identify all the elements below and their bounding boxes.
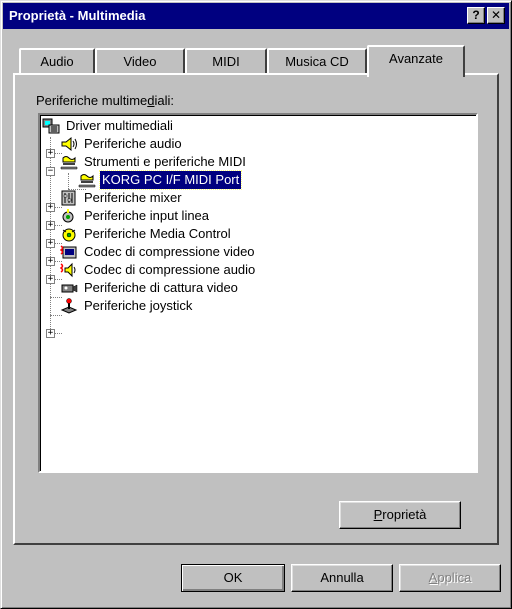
midi-icon	[60, 156, 78, 170]
multimedia-drivers-icon	[42, 118, 60, 134]
tab-audio[interactable]: Audio	[19, 48, 95, 75]
tree-line	[68, 173, 69, 189]
tree-item-label: Strumenti e periferiche MIDI	[84, 154, 246, 169]
tree-item-label: Periferiche mixer	[84, 190, 182, 205]
cancel-button[interactable]: Annulla	[291, 564, 393, 592]
tab-video-label: Video	[123, 54, 157, 69]
tree-item-label: Periferiche input linea	[84, 208, 210, 223]
joystick-icon	[60, 298, 78, 314]
expand-toggle[interactable]: +	[46, 329, 55, 338]
properties-button[interactable]: Proprietà	[339, 501, 461, 529]
title-bar[interactable]: Proprietà - Multimedia ? ✕	[3, 3, 509, 29]
line-input-icon	[62, 209, 74, 223]
audio-codec-icon	[60, 262, 76, 278]
properties-dialog: Proprietà - Multimedia ? ✕ Audio Video M…	[0, 0, 512, 609]
expand-toggle[interactable]: +	[46, 275, 55, 284]
expand-toggle[interactable]: +	[46, 221, 55, 230]
media-control-icon	[62, 228, 76, 242]
tab-video[interactable]: Video	[95, 48, 185, 75]
tab-panel-avanzate: Periferiche multimediali: + − + + + + + …	[13, 73, 499, 545]
tree-line	[50, 315, 62, 316]
expand-toggle[interactable]: +	[46, 257, 55, 266]
cancel-button-label: Annulla	[320, 570, 364, 585]
window-title: Proprietà - Multimedia	[9, 8, 146, 23]
expand-toggle[interactable]: +	[46, 149, 55, 158]
close-button[interactable]: ✕	[487, 7, 505, 24]
tree-item-label: Periferiche di cattura video	[84, 280, 238, 295]
tab-midi-label: MIDI	[212, 54, 240, 69]
expand-toggle[interactable]: +	[46, 239, 55, 248]
tree-item-label: KORG PC I/F MIDI Port	[98, 170, 243, 190]
tab-midi[interactable]: MIDI	[185, 48, 267, 75]
properties-button-label: Proprietà	[373, 507, 427, 522]
apply-button[interactable]: Applica	[399, 564, 501, 592]
video-capture-icon	[61, 284, 78, 293]
tree-item-label: Codec di compressione video	[84, 244, 255, 259]
help-icon: ?	[472, 8, 480, 22]
tree-item-label: Codec di compressione audio	[84, 262, 256, 277]
tab-avanzate-label: Avanzate	[389, 51, 443, 66]
tree-item-label: Periferiche audio	[84, 136, 182, 151]
tree-item-label: Periferiche Media Control	[84, 226, 231, 241]
tab-audio-label: Audio	[40, 54, 74, 69]
tab-strip: Audio Video MIDI Musica CD Avanzate	[15, 45, 499, 77]
tab-musica-cd-label: Musica CD	[285, 54, 349, 69]
ok-button[interactable]: OK	[181, 564, 285, 592]
midi-icon	[78, 174, 96, 188]
mixer-icon	[61, 190, 76, 206]
ok-button-label: OK	[223, 570, 243, 585]
devices-label: Periferiche multimediali:	[36, 93, 175, 108]
tree-item-label: Periferiche joystick	[84, 298, 193, 313]
collapse-toggle[interactable]: −	[46, 167, 55, 176]
apply-button-label: Applica	[428, 570, 472, 585]
speaker-icon	[61, 136, 77, 152]
expand-toggle[interactable]: +	[46, 203, 55, 212]
tree-item-label: Driver multimediali	[66, 118, 173, 133]
help-button[interactable]: ?	[467, 7, 485, 24]
video-codec-icon	[60, 245, 77, 259]
tab-musica-cd[interactable]: Musica CD	[267, 48, 367, 75]
tab-avanzate[interactable]: Avanzate	[367, 45, 465, 77]
close-icon: ✕	[490, 8, 502, 22]
devices-tree[interactable]: + − + + + + + + Driver multimediali Peri…	[38, 113, 478, 473]
